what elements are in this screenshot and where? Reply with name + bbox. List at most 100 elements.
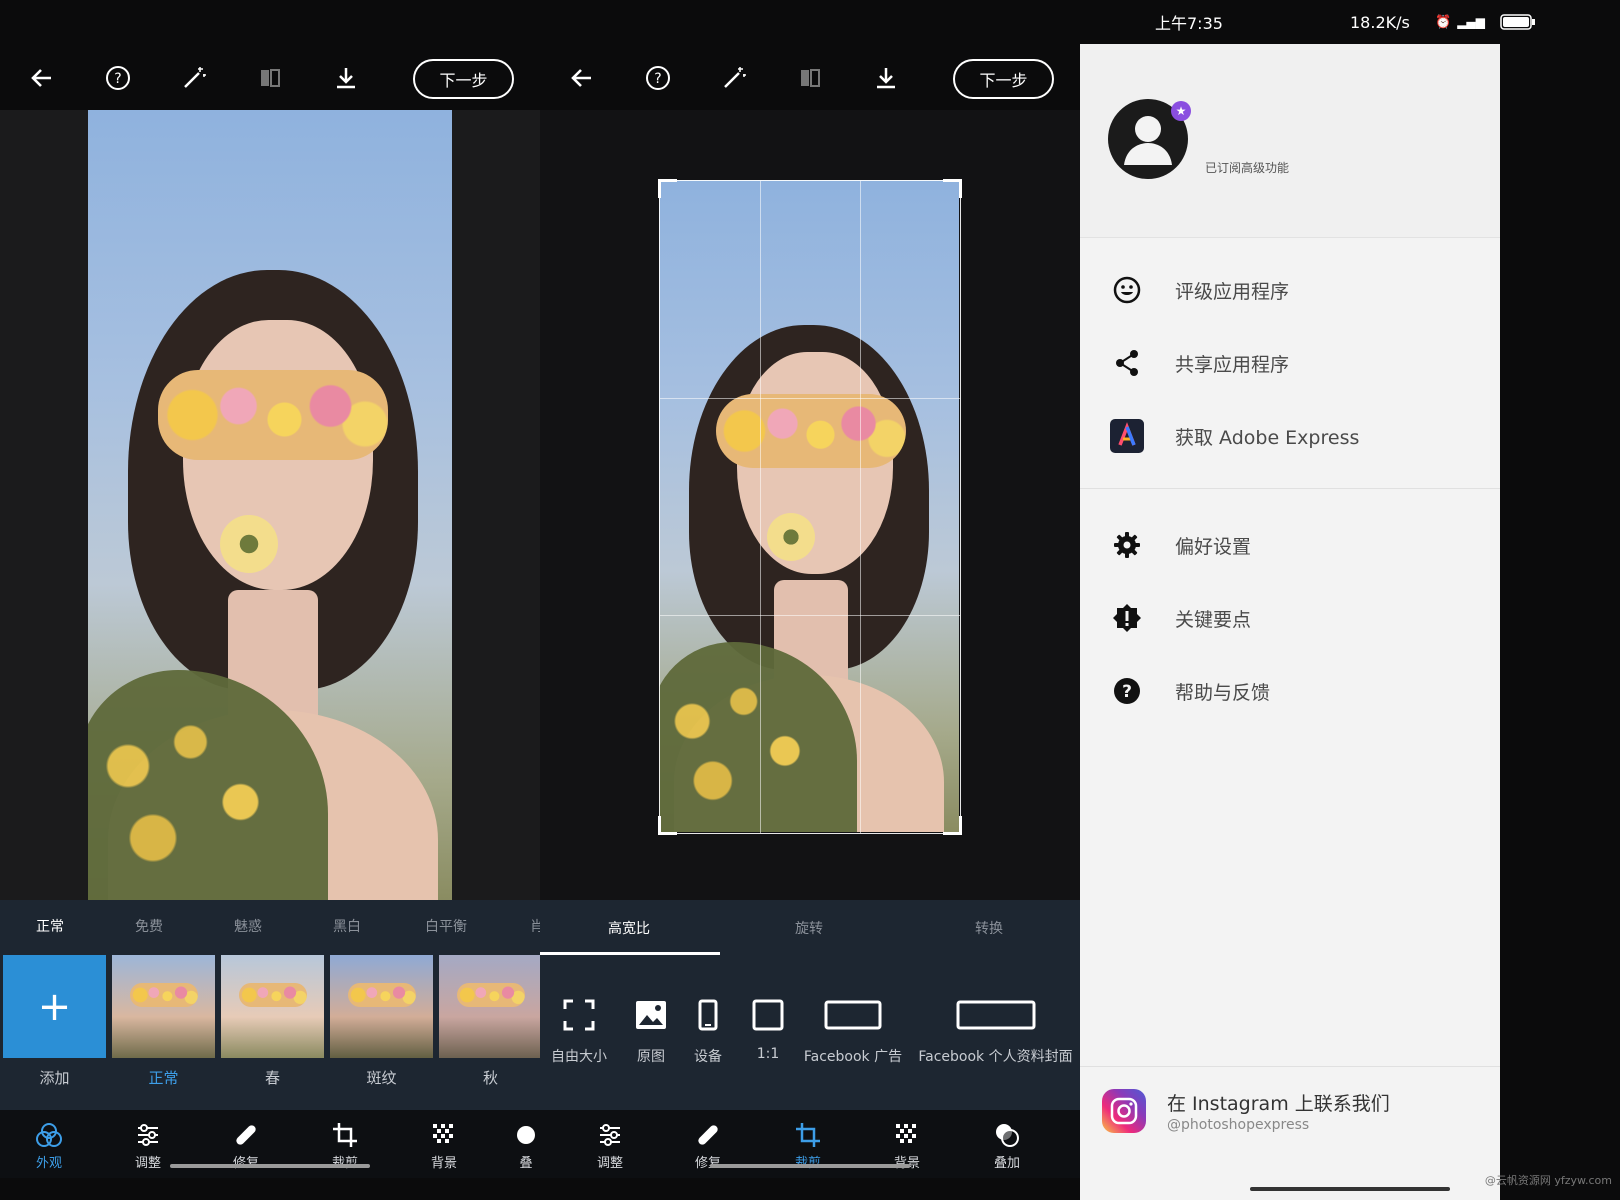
filter-label: 添加 — [39, 1069, 70, 1087]
download-icon[interactable] — [328, 60, 364, 96]
option-label: Facebook 个人资料封面 — [918, 1049, 1073, 1065]
photo-canvas — [0, 110, 540, 900]
tab-portrait[interactable]: 肖 — [530, 916, 540, 936]
drawer-menu-panel: 上午7:35 18.2K/s ⏰ ▂▄▆ 97 ★ 已订阅高级功能 评级应用程序… — [1080, 0, 1500, 1200]
menu-key-points[interactable]: 关键要点 — [1080, 588, 1500, 648]
crop-handle[interactable] — [943, 179, 962, 198]
filter-thumb-autumn[interactable] — [439, 955, 540, 1058]
battery-icon — [1500, 0, 1536, 44]
adobe-express-icon — [1110, 419, 1144, 453]
menu-label: 评级应用程序 — [1175, 280, 1290, 303]
home-indicator — [170, 1164, 370, 1168]
editor-looks-panel: ? 下一步 正常 免费 魅惑 黑白 白平衡 肖 + 添加 正常 春 斑纹 秋 外… — [0, 0, 540, 1200]
blend-icon — [977, 1120, 1037, 1150]
instagram-handle: @photoshopexpress — [1167, 1117, 1310, 1133]
crop-handle[interactable] — [658, 179, 677, 198]
next-button[interactable]: 下一步 — [953, 59, 1054, 99]
compare-icon[interactable] — [792, 60, 828, 96]
filter-label: 春 — [264, 1069, 280, 1087]
filter-tabs: 正常 免费 魅惑 黑白 白平衡 肖 — [0, 900, 540, 950]
nav-adjust[interactable]: 调整 — [580, 1120, 640, 1171]
option-square[interactable]: 1:1 — [743, 998, 793, 1062]
menu-divider — [1080, 488, 1500, 489]
back-icon[interactable] — [24, 60, 60, 96]
status-time: 上午7:35 — [1155, 14, 1223, 33]
help-icon: ? — [1110, 674, 1144, 708]
adjust-icon — [580, 1120, 640, 1150]
filter-label: 斑纹 — [366, 1069, 397, 1087]
crop-canvas — [540, 110, 1080, 900]
filter-label: 正常 — [148, 1069, 179, 1087]
nav-adjust[interactable]: 调整 — [118, 1120, 178, 1171]
editor-toolbar: ? 下一步 — [540, 48, 1080, 108]
magic-wand-icon[interactable] — [716, 60, 752, 96]
back-icon[interactable] — [564, 60, 600, 96]
bottom-nav: 外观 调整 修复 裁剪 背景 — [0, 1110, 540, 1178]
magic-wand-icon[interactable] — [176, 60, 212, 96]
network-speed: 18.2K/s — [1350, 12, 1410, 32]
tab-white-balance[interactable]: 白平衡 — [425, 916, 467, 936]
tab-charm[interactable]: 魅惑 — [234, 916, 262, 936]
signal-icon: ▂▄▆ — [1457, 15, 1485, 29]
option-free-size[interactable]: 自由大小 — [548, 998, 610, 1066]
menu-help-feedback[interactable]: ? 帮助与反馈 — [1080, 661, 1500, 721]
smile-icon — [1110, 273, 1144, 307]
option-original[interactable]: 原图 — [620, 998, 682, 1066]
alarm-icon: ⏰ — [1435, 14, 1452, 30]
add-filter-button[interactable]: + — [3, 955, 106, 1058]
fb-ad-icon — [803, 998, 903, 1032]
square-icon — [743, 998, 793, 1032]
option-device[interactable]: 设备 — [683, 998, 733, 1066]
gear-icon — [1110, 528, 1144, 562]
tab-black-white[interactable]: 黑白 — [333, 916, 361, 936]
option-facebook-ad[interactable]: Facebook 广告 — [803, 998, 903, 1066]
instagram-icon — [1102, 1089, 1146, 1133]
nav-label: 外观 — [35, 1156, 62, 1171]
crop-frame[interactable] — [658, 179, 962, 835]
filter-thumb-spring[interactable] — [221, 955, 324, 1058]
menu-get-adobe-express[interactable]: 获取 Adobe Express — [1080, 406, 1500, 466]
device-icon — [683, 998, 733, 1032]
option-label: Facebook 广告 — [803, 1049, 903, 1065]
tab-transform[interactable]: 转换 — [975, 918, 1003, 938]
compare-icon[interactable] — [252, 60, 288, 96]
instagram-title: 在 Instagram 上联系我们 — [1167, 1093, 1390, 1115]
nav-blend[interactable]: 叠 — [512, 1120, 540, 1171]
nav-background[interactable]: 背景 — [414, 1120, 474, 1171]
help-icon[interactable]: ? — [100, 60, 136, 96]
free-size-icon — [548, 998, 610, 1032]
alert-badge-icon — [1110, 601, 1144, 635]
dimmed-background — [1500, 0, 1620, 1200]
premium-star-icon: ★ — [1171, 101, 1191, 121]
nav-label: 调整 — [596, 1156, 623, 1171]
crop-handle[interactable] — [943, 816, 962, 835]
next-button[interactable]: 下一步 — [413, 59, 514, 99]
tab-normal[interactable]: 正常 — [36, 916, 64, 936]
nav-label: 修复 — [216, 1152, 276, 1171]
filter-thumb-stripe[interactable] — [330, 955, 433, 1058]
option-label: 1:1 — [756, 1046, 780, 1062]
download-icon[interactable] — [868, 60, 904, 96]
menu-preferences[interactable]: 偏好设置 — [1080, 515, 1500, 575]
filter-thumb-normal[interactable] — [112, 955, 215, 1058]
crop-tabs: 高宽比 旋转 转换 — [540, 900, 1080, 956]
aspect-options: 自由大小 原图 设备 1:1 Facebook 广告 Facebook 个人资料… — [540, 956, 1080, 1110]
watermark: @云帆资源网 yfzyw.com — [1484, 1174, 1612, 1187]
tab-aspect-ratio[interactable]: 高宽比 — [608, 918, 650, 938]
svg-text:?: ? — [654, 71, 661, 87]
menu-rate-app[interactable]: 评级应用程序 — [1080, 260, 1500, 320]
instagram-contact[interactable]: 在 Instagram 上联系我们 @photoshopexpress — [1080, 1066, 1500, 1200]
tab-free[interactable]: 免费 — [135, 916, 163, 936]
tab-rotate[interactable]: 旋转 — [795, 918, 823, 938]
help-icon[interactable]: ? — [640, 60, 676, 96]
nav-blend[interactable]: 叠加 — [977, 1120, 1037, 1171]
nav-label: 叠加 — [993, 1156, 1020, 1171]
nav-label: 背景 — [877, 1152, 937, 1171]
crop-handle[interactable] — [658, 816, 677, 835]
nav-looks[interactable]: 外观 — [19, 1120, 79, 1171]
filter-label: 秋 — [482, 1069, 498, 1087]
option-facebook-cover[interactable]: Facebook 个人资料封面 — [913, 998, 1078, 1066]
status-icons: ⏰ ▂▄▆ — [1435, 0, 1485, 44]
active-tab-underline — [540, 952, 720, 955]
menu-share-app[interactable]: 共享应用程序 — [1080, 333, 1500, 393]
